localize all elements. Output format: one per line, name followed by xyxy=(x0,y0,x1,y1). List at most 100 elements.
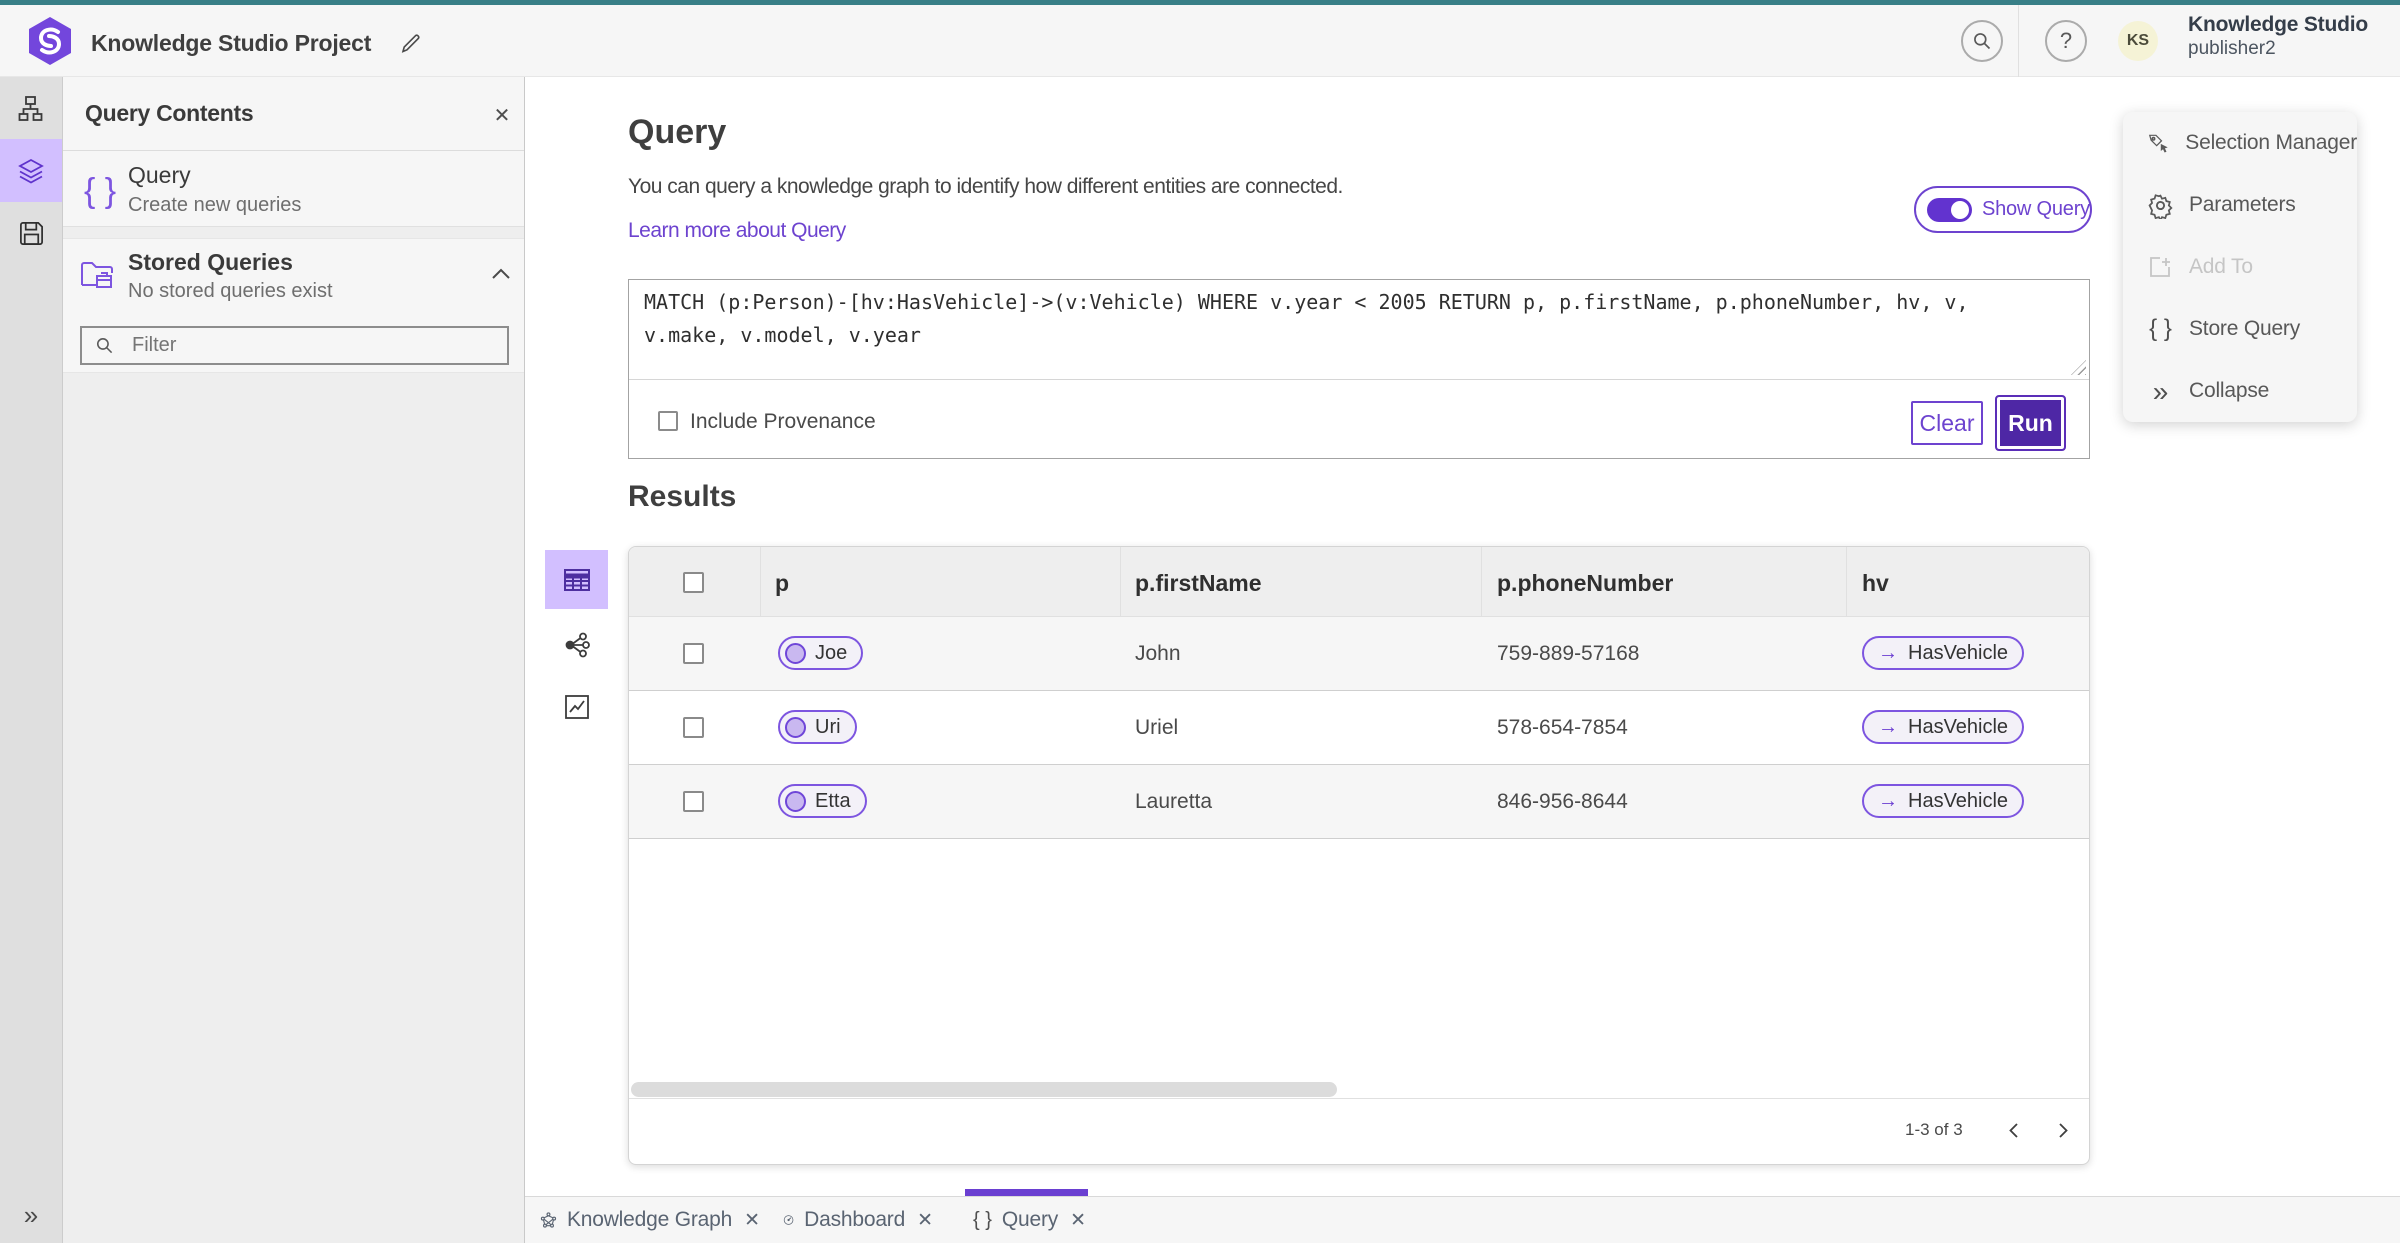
layers-icon xyxy=(18,158,44,184)
view-table-button[interactable] xyxy=(545,550,608,609)
save-icon xyxy=(19,222,43,245)
collapse-icon: » xyxy=(2152,375,2169,407)
relationship-pill[interactable]: → HasVehicle xyxy=(1862,710,2025,744)
tab-dashboard[interactable]: Dashboard ✕ xyxy=(783,1197,933,1243)
help-button[interactable]: ? xyxy=(2045,20,2087,62)
braces-icon: { } xyxy=(973,1208,992,1231)
chevron-up-icon[interactable] xyxy=(491,268,511,280)
cell-firstname: John xyxy=(1135,642,1181,665)
pagination-prev-button[interactable] xyxy=(1995,1112,2031,1148)
query-item-title: Query xyxy=(128,162,191,188)
rail-item-contents[interactable] xyxy=(0,139,62,202)
left-rail: » xyxy=(0,77,62,1243)
selection-manager-icon xyxy=(2148,134,2168,153)
tab-close-icon[interactable]: ✕ xyxy=(917,1209,933,1232)
filter-field[interactable] xyxy=(80,326,509,365)
column-header-phone[interactable]: p.phoneNumber xyxy=(1497,570,1673,597)
run-button-label: Run xyxy=(2008,409,2053,436)
menu-item-selection-manager[interactable]: Selection Manager xyxy=(2123,112,2357,174)
table-row[interactable]: Joe John 759-889-57168 → HasVehicle xyxy=(629,617,2089,691)
app-logo[interactable] xyxy=(27,16,73,66)
close-icon: ✕ xyxy=(493,104,511,127)
table-row[interactable]: Etta Lauretta 846-956-8644 → HasVehicle xyxy=(629,765,2089,839)
relationship-pill[interactable]: → HasVehicle xyxy=(1862,636,2025,670)
learn-more-link[interactable]: Learn more about Query xyxy=(628,219,846,243)
select-all-checkbox[interactable] xyxy=(683,572,704,593)
bottom-tab-bar: Knowledge Graph ✕ Dashboard ✕ { } Query … xyxy=(525,1189,2400,1243)
tab-label: Knowledge Graph xyxy=(566,1208,733,1231)
tab-query[interactable]: { } Query ✕ xyxy=(973,1197,1103,1243)
results-title: Results xyxy=(628,480,737,513)
relationship-pill-label: HasVehicle xyxy=(1908,789,2009,812)
view-chart-button[interactable] xyxy=(545,677,608,736)
rail-item-model[interactable] xyxy=(0,77,62,139)
account-info[interactable]: Knowledge Studio publisher2 xyxy=(2188,12,2368,60)
query-section-title: Query xyxy=(628,113,727,151)
query-item[interactable]: { } Query Create new queries xyxy=(63,151,524,227)
braces-icon: { } xyxy=(2149,315,2172,342)
rail-expand-button[interactable]: » xyxy=(8,1195,54,1235)
column-header-p[interactable]: p xyxy=(775,570,789,597)
run-button[interactable]: Run xyxy=(1995,395,2066,451)
page-title: Knowledge Studio Project xyxy=(91,30,372,56)
rail-item-save[interactable] xyxy=(0,202,62,265)
horizontal-scrollbar[interactable] xyxy=(631,1082,1337,1097)
query-textarea[interactable]: MATCH (p:Person)-[hv:HasVehicle]->(v:Veh… xyxy=(644,286,2009,352)
menu-item-parameters[interactable]: Parameters xyxy=(2123,174,2357,236)
account-user: publisher2 xyxy=(2188,38,2276,59)
account-name: Knowledge Studio xyxy=(2188,13,2368,36)
tab-close-icon[interactable]: ✕ xyxy=(1070,1209,1086,1232)
menu-item-collapse[interactable]: » Collapse xyxy=(2123,360,2357,422)
search-icon xyxy=(1974,33,1991,50)
query-contents-panel: Query Contents ✕ { } Query Create new qu… xyxy=(62,77,525,1243)
main-area: Query You can query a knowledge graph to… xyxy=(525,77,2400,1196)
toggle-switch[interactable] xyxy=(1927,197,1972,222)
entity-pill[interactable]: Uri xyxy=(778,710,857,744)
braces-icon: { } xyxy=(84,172,117,210)
dashboard-icon xyxy=(783,1215,794,1225)
filter-input[interactable] xyxy=(132,334,472,357)
edit-title-icon[interactable] xyxy=(396,30,424,58)
entity-dot xyxy=(785,716,806,738)
relationship-pill[interactable]: → HasVehicle xyxy=(1862,784,2025,818)
panel-close-button[interactable]: ✕ xyxy=(487,100,517,130)
avatar[interactable]: KS xyxy=(2118,21,2158,61)
menu-item-store-query[interactable]: { } Store Query xyxy=(2123,298,2357,360)
table-row[interactable]: Uri Uriel 578-654-7854 → HasVehicle xyxy=(629,691,2089,765)
arrow-right-icon: → xyxy=(1878,641,1898,664)
add-to-icon xyxy=(2150,256,2170,277)
panel-top-card: Query Contents ✕ { } Query Create new qu… xyxy=(63,77,524,227)
stored-folder-icon xyxy=(81,262,113,288)
row-checkbox[interactable] xyxy=(683,791,704,812)
tab-knowledge-graph[interactable]: Knowledge Graph ✕ xyxy=(540,1197,760,1243)
menu-item-label: Add To xyxy=(2189,255,2253,278)
entity-pill[interactable]: Joe xyxy=(778,636,864,670)
pagination-next-button[interactable] xyxy=(2045,1112,2081,1148)
cell-phone: 846-956-8644 xyxy=(1497,790,1628,813)
include-provenance-checkbox[interactable] xyxy=(658,411,678,431)
table-view-icon xyxy=(563,568,590,591)
column-header-hv[interactable]: hv xyxy=(1862,570,1889,597)
row-checkbox[interactable] xyxy=(683,643,704,664)
toggle-knob xyxy=(1950,200,1969,219)
resize-handle[interactable] xyxy=(2071,360,2086,375)
query-item-subtitle: Create new queries xyxy=(128,194,302,216)
tab-close-icon[interactable]: ✕ xyxy=(744,1209,760,1232)
cell-firstname: Lauretta xyxy=(1135,790,1213,813)
avatar-initials: KS xyxy=(2126,32,2150,49)
entity-pill-label: Uri xyxy=(815,715,841,738)
menu-item-add-to[interactable]: Add To xyxy=(2123,236,2357,298)
clear-button-label: Clear xyxy=(1919,409,1975,436)
app-root: Knowledge Studio Project ? KS Knowledge … xyxy=(0,0,2400,1243)
arrow-right-icon: → xyxy=(1878,715,1898,738)
entity-dot xyxy=(785,642,806,664)
clear-button[interactable]: Clear xyxy=(1911,401,1983,445)
row-checkbox[interactable] xyxy=(683,717,704,738)
column-header-firstname[interactable]: p.firstName xyxy=(1135,570,1262,597)
entity-pill[interactable]: Etta xyxy=(778,784,867,818)
show-query-toggle[interactable]: Show Query xyxy=(1914,186,2092,233)
search-button[interactable] xyxy=(1961,20,2003,62)
graph-view-icon xyxy=(565,632,590,657)
cell-firstname: Uriel xyxy=(1135,716,1179,739)
view-graph-button[interactable] xyxy=(545,615,608,674)
